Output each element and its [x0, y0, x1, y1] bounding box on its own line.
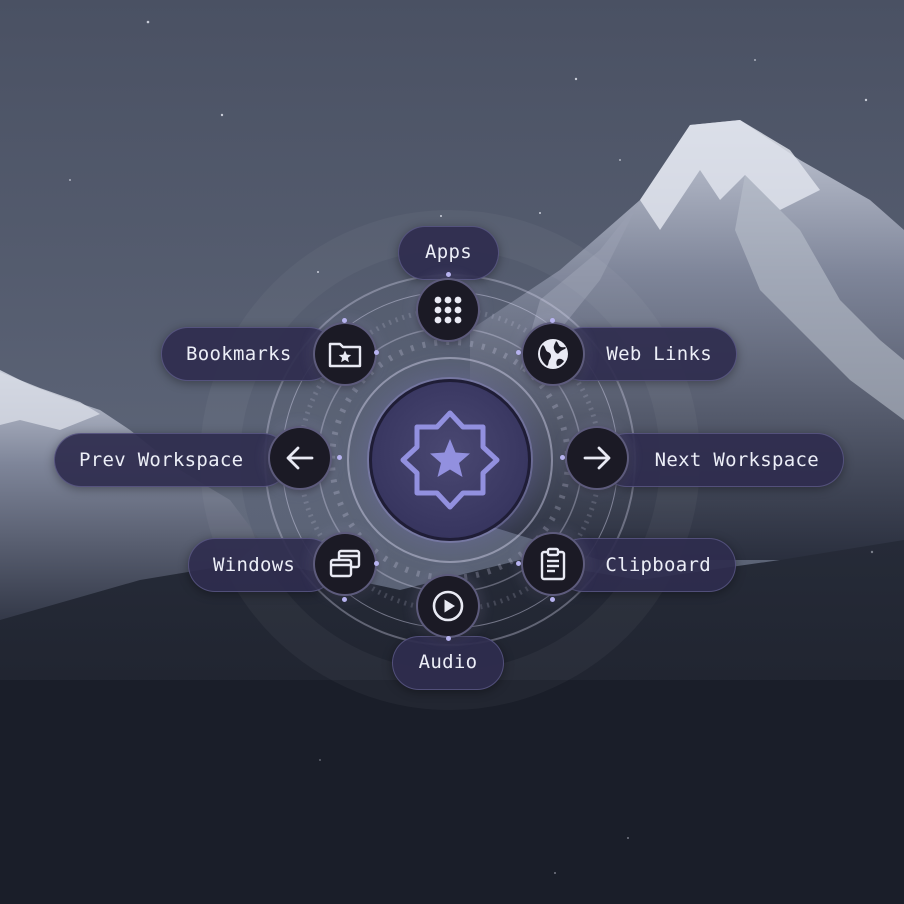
- connector-dot: [337, 455, 342, 460]
- windows-label: Windows: [213, 554, 296, 576]
- connector-dot: [516, 561, 521, 566]
- prev-workspace-label: Prev Workspace: [79, 449, 244, 471]
- connector-dot: [550, 318, 555, 323]
- folder-star-icon: [328, 342, 362, 368]
- bookmarks-label: Bookmarks: [186, 343, 292, 365]
- globe-icon: [538, 339, 568, 369]
- connector-dot: [560, 455, 565, 460]
- center-button[interactable]: [369, 379, 531, 541]
- connector-dot: [342, 597, 347, 602]
- grid-icon: [434, 296, 462, 324]
- play-circle-icon: [432, 590, 464, 622]
- arrow-right-icon: [583, 446, 611, 470]
- next-workspace-label: Next Workspace: [654, 449, 819, 471]
- star-badge-icon: [400, 410, 500, 510]
- bookmarks-item[interactable]: Bookmarks: [161, 327, 336, 381]
- clipboard-label: Clipboard: [605, 554, 711, 576]
- web-links-label: Web Links: [606, 343, 712, 365]
- windows-button[interactable]: [313, 532, 377, 596]
- connector-dot: [550, 597, 555, 602]
- bookmarks-button[interactable]: [313, 322, 377, 386]
- apps-label: Apps: [425, 241, 472, 263]
- web-links-button[interactable]: [521, 322, 585, 386]
- apps-button[interactable]: [416, 278, 480, 342]
- connector-dot: [374, 350, 379, 355]
- prev-workspace-button[interactable]: [268, 426, 332, 490]
- prev-workspace-item[interactable]: Prev Workspace: [54, 433, 290, 487]
- next-workspace-item[interactable]: Next Workspace: [600, 433, 844, 487]
- connector-dot: [342, 318, 347, 323]
- clipboard-icon: [540, 547, 566, 581]
- connector-dot: [374, 561, 379, 566]
- connector-dot: [446, 636, 451, 641]
- audio-label: Audio: [418, 651, 478, 673]
- audio-item[interactable]: Audio: [392, 636, 504, 690]
- connector-dot: [446, 272, 451, 277]
- arrow-left-icon: [286, 446, 314, 470]
- audio-button[interactable]: [416, 574, 480, 638]
- clipboard-button[interactable]: [521, 532, 585, 596]
- connector-dot: [516, 350, 521, 355]
- windows-stack-icon: [329, 549, 361, 578]
- next-workspace-button[interactable]: [565, 426, 629, 490]
